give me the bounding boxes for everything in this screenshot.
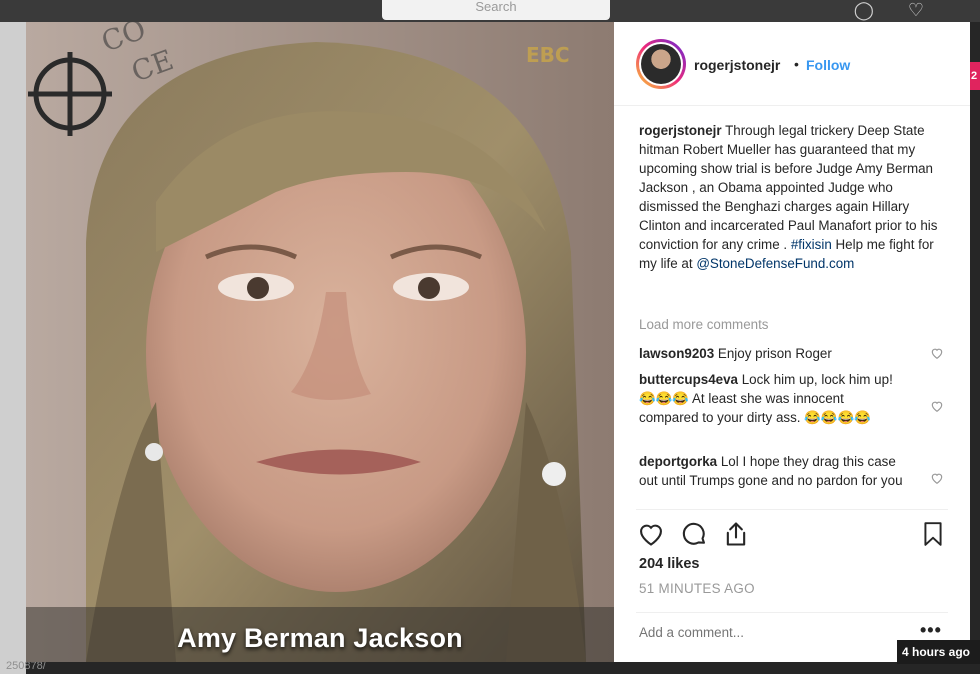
post-caption: rogerjstonejr Through legal trickery Dee… bbox=[639, 121, 951, 273]
bookmark-icon[interactable] bbox=[920, 520, 946, 548]
header-separator: • bbox=[794, 56, 799, 72]
comment-item: buttercups4eva Lock him up, lock him up!… bbox=[639, 370, 907, 427]
post-panel: rogerjstonejr • Follow rogerjstonejr Thr… bbox=[614, 22, 970, 662]
comment-username[interactable]: deportgorka bbox=[639, 454, 717, 469]
hashtag-link[interactable]: #fixisin bbox=[791, 237, 832, 252]
background-left-strip bbox=[0, 22, 26, 674]
avatar-image bbox=[641, 44, 681, 84]
likes-count[interactable]: 204 likes bbox=[639, 556, 699, 572]
mention-link[interactable]: @StoneDefenseFund.com bbox=[696, 256, 854, 271]
comment-text: Enjoy prison Roger bbox=[717, 346, 832, 361]
comment-like-heart-icon[interactable] bbox=[930, 471, 944, 485]
load-more-comments[interactable]: Load more comments bbox=[639, 317, 769, 332]
portrait-image: CO CE EBC bbox=[26, 22, 614, 662]
post-header: rogerjstonejr • Follow bbox=[614, 22, 970, 106]
comment-item: lawson9203 Enjoy prison Roger bbox=[639, 344, 907, 363]
comment-username[interactable]: buttercups4eva bbox=[639, 372, 738, 387]
caption-text: Through legal trickery Deep State hitman… bbox=[639, 123, 938, 252]
comment-icon[interactable] bbox=[680, 520, 708, 548]
background-search: Search bbox=[382, 0, 610, 20]
post-timestamp[interactable]: 51 MINUTES AGO bbox=[639, 581, 755, 596]
comment-like-heart-icon[interactable] bbox=[930, 346, 944, 360]
share-icon[interactable] bbox=[722, 520, 750, 548]
comment-divider bbox=[636, 612, 948, 613]
add-comment-input[interactable] bbox=[639, 625, 899, 640]
actions-divider bbox=[636, 509, 948, 510]
post-photo: CO CE EBC Amy Berman Jackson bbox=[26, 22, 614, 662]
more-options-button[interactable]: ••• bbox=[920, 620, 942, 641]
follow-button[interactable]: Follow bbox=[806, 57, 850, 73]
photo-caption: Amy Berman Jackson bbox=[177, 623, 463, 653]
comment-username[interactable]: lawson9203 bbox=[639, 346, 714, 361]
caption-username[interactable]: rogerjstonejr bbox=[639, 123, 722, 138]
photo-watermark: EBC bbox=[526, 43, 570, 67]
background-nav-icons: ◯♡ bbox=[853, 0, 958, 20]
heart-icon[interactable] bbox=[636, 520, 666, 548]
comment-item: deportgorka Lol I hope they drag this ca… bbox=[639, 452, 907, 490]
time-badge: 4 hours ago bbox=[897, 640, 980, 664]
comment-like-heart-icon[interactable] bbox=[930, 399, 944, 413]
background-badge: 2 bbox=[970, 62, 980, 90]
avatar[interactable] bbox=[636, 39, 686, 89]
header-username[interactable]: rogerjstonejr bbox=[694, 57, 780, 73]
